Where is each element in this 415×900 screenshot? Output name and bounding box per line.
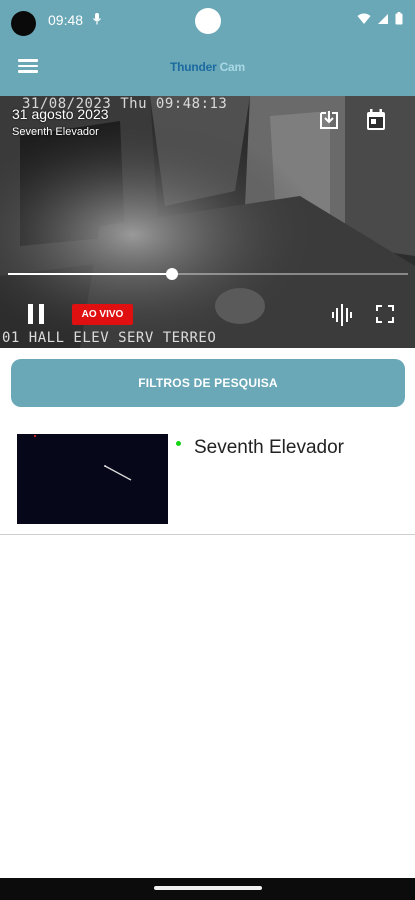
camera-thumbnail [17,434,168,524]
camera-name: Seventh Elevador [194,437,344,458]
seek-progress [8,273,172,275]
audio-waveform-icon[interactable] [331,304,353,326]
status-time: 09:48 [48,12,84,28]
navigation-bar [0,878,415,900]
front-camera [195,8,221,34]
fullscreen-icon[interactable] [376,305,394,323]
camera-cutout [11,11,36,36]
battery-icon [395,12,403,25]
seek-bar[interactable] [8,268,408,280]
calendar-icon[interactable] [365,108,387,132]
brand-part2: Cam [219,60,246,74]
microphone-icon [93,13,101,25]
seek-handle[interactable] [166,268,178,280]
home-gesture-handle[interactable] [154,886,262,890]
video-player[interactable]: 31/08/2023 Thu 09:48:13 01 HALL ELEV SER… [0,96,415,348]
brand-logo: Thunder Cam [0,60,415,74]
divider [0,534,415,535]
app-bar: Thunder Cam [0,40,415,96]
list-item[interactable]: Seventh Elevador [0,425,415,535]
pause-icon[interactable] [26,303,46,325]
video-camera-name: Seventh Elevador [12,126,99,138]
osd-camera-label: 01 HALL ELEV SERV TERREO [2,330,217,346]
signal-icon [378,13,388,24]
online-status-dot [176,441,181,446]
download-icon[interactable] [317,108,341,132]
status-icons [357,12,403,25]
status-bar: 09:48 [0,0,415,40]
live-badge[interactable]: AO VIVO [72,304,133,325]
video-date: 31 agosto 2023 [12,106,109,122]
search-filters-button[interactable]: FILTROS DE PESQUISA [11,359,405,407]
wifi-icon [357,13,371,24]
brand-part1: Thunder [169,60,217,74]
